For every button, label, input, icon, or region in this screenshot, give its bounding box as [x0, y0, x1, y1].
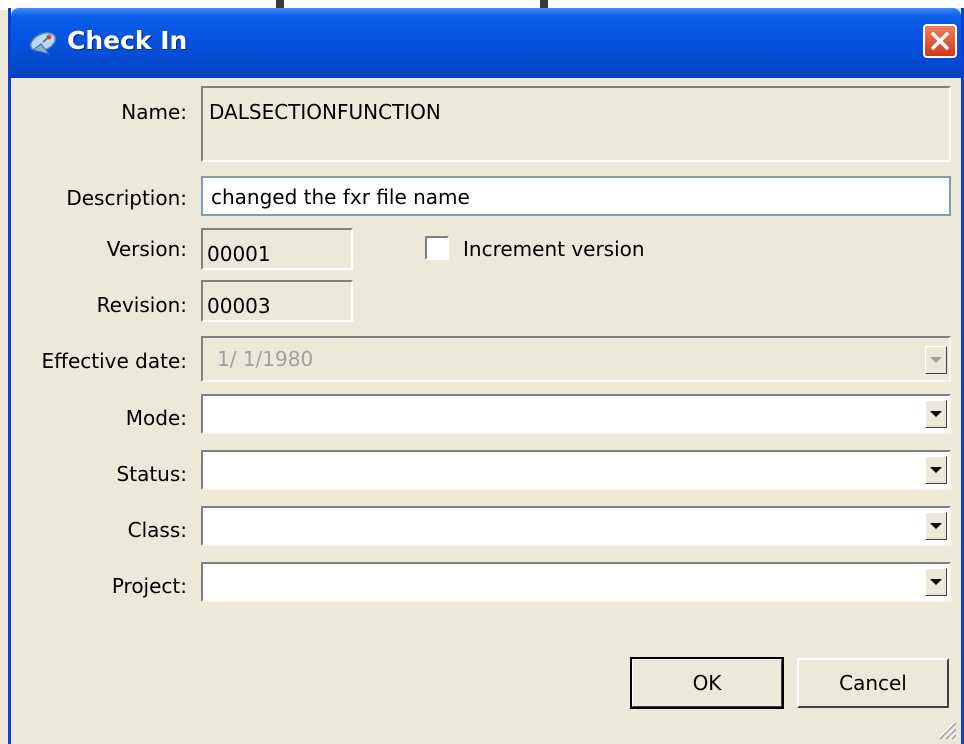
title-bar[interactable]: Check In — [11, 8, 961, 78]
description-label: Description: — [66, 186, 187, 210]
version-label: Version: — [106, 237, 187, 261]
name-label: Name: — [121, 100, 187, 124]
dialog-title: Check In — [67, 26, 188, 55]
name-value: DALSECTIONFUNCTION — [209, 100, 441, 124]
chevron-down-icon[interactable] — [925, 512, 947, 540]
revision-value: 00003 — [207, 294, 271, 318]
mode-label: Mode: — [125, 406, 187, 430]
close-icon — [931, 32, 949, 50]
effective-date-value: 1/ 1/1980 — [217, 347, 314, 371]
description-input[interactable]: changed the fxr file name — [201, 176, 951, 216]
project-label: Project: — [111, 574, 187, 598]
project-select[interactable] — [201, 562, 951, 602]
status-label: Status: — [116, 462, 187, 486]
mode-select[interactable] — [201, 394, 951, 434]
cancel-button[interactable]: Cancel — [797, 658, 949, 708]
class-select[interactable] — [201, 506, 951, 546]
chevron-down-icon[interactable] — [925, 456, 947, 484]
chevron-down-icon[interactable] — [925, 568, 947, 596]
status-select[interactable] — [201, 450, 951, 490]
version-field[interactable]: 00001 — [201, 228, 353, 270]
effective-date-picker[interactable]: 1/ 1/1980 — [201, 336, 951, 382]
revision-field[interactable]: 00003 — [201, 280, 353, 322]
version-value: 00001 — [207, 242, 271, 266]
check-in-dialog: Check In Name: DALSECTIONFUNCTION Descri… — [8, 8, 964, 744]
ok-button[interactable]: OK — [630, 657, 784, 709]
close-button[interactable] — [923, 24, 957, 58]
satellite-dish-icon — [29, 32, 57, 55]
increment-version-label[interactable]: Increment version — [463, 237, 645, 261]
resize-grip-icon[interactable] — [933, 716, 957, 740]
chevron-down-icon[interactable] — [925, 400, 947, 428]
name-field[interactable]: DALSECTIONFUNCTION — [201, 86, 951, 162]
effective-date-label: Effective date: — [41, 349, 187, 373]
class-label: Class: — [127, 518, 187, 542]
description-value: changed the fxr file name — [211, 185, 470, 209]
revision-label: Revision: — [96, 293, 187, 317]
chevron-down-icon[interactable] — [925, 346, 947, 374]
increment-version-checkbox[interactable] — [425, 236, 449, 260]
